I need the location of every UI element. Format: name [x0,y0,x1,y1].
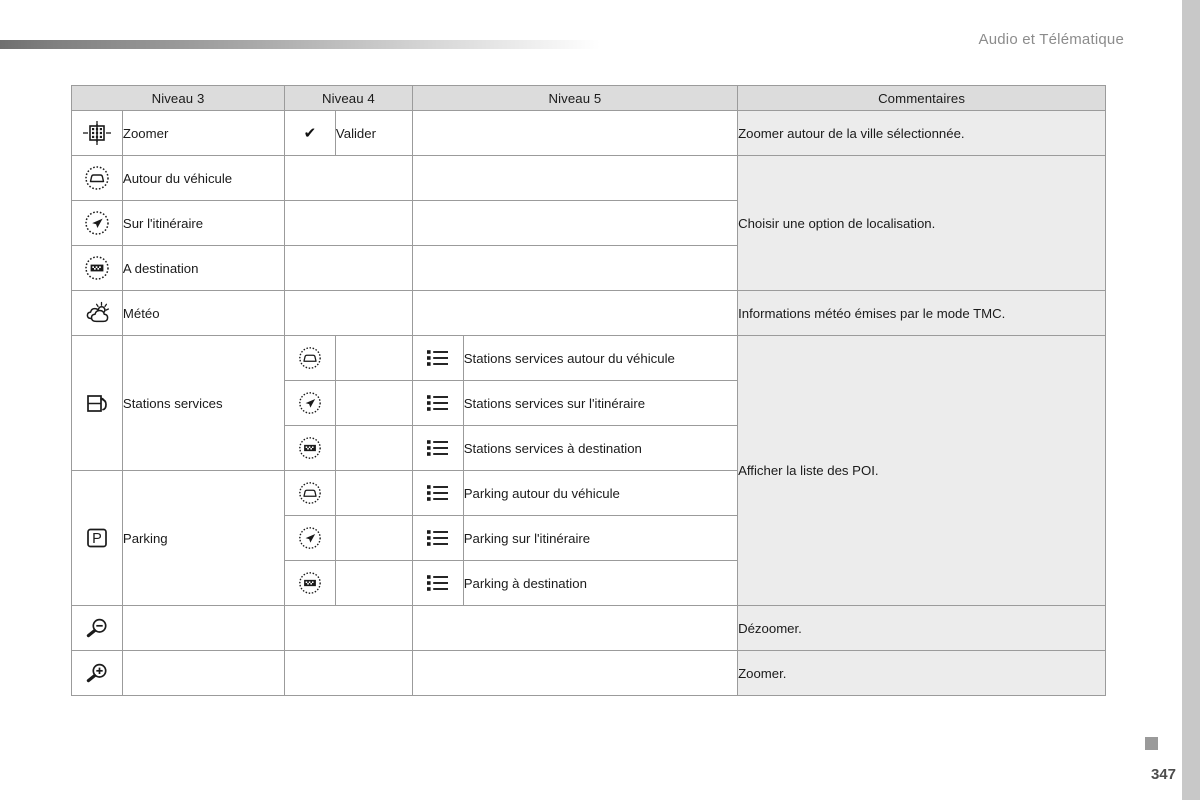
row-n4-label: Valider [334,110,413,156]
document-page: Audio et Télématique Niveau 3 Niveau 4 N… [0,0,1200,800]
parking-icon: P [71,470,123,606]
header-gradient-rule [0,40,600,49]
row-n4-empty [284,245,413,291]
row-comment: Zoomer. [737,650,1106,696]
route-arrow-icon [284,380,336,426]
page-edge-strip [1182,0,1200,800]
row-n4-empty [284,650,413,696]
list-icon [411,335,464,381]
row-n5-label: Stations services autour du véhicule [462,335,739,381]
destination-flag-icon [284,560,336,606]
row-n5-label: Stations services à destination [462,425,739,471]
row-n5-empty [411,110,739,156]
footer-square-marker [1145,737,1158,750]
route-arrow-icon [71,200,123,246]
row-n5-empty [411,155,739,201]
row-label: Autour du véhicule [121,155,286,201]
row-n5-label: Parking autour du véhicule [462,470,739,516]
row-n5-label: Parking à destination [462,560,739,606]
list-icon [411,560,464,606]
zoom-out-icon [71,605,123,651]
row-n4-empty [334,425,413,471]
row-label: Sur l'itinéraire [121,200,286,246]
vehicle-around-icon [284,470,336,516]
table-row: Autour du véhicule Choisir une option de… [71,155,1106,291]
row-n5-empty [411,245,739,291]
row-n4-empty [284,155,413,201]
table-row: Dézoomer. [71,605,1106,651]
row-comment: Afficher la liste des POI. [737,335,1106,606]
table-row: Stations services Stations services auto… [71,335,1106,606]
row-label: Météo [121,290,286,336]
weather-icon [71,290,123,336]
list-icon [411,515,464,561]
row-n5-empty [411,650,739,696]
row-label-empty [121,605,286,651]
row-n4-empty [334,515,413,561]
row-label: Stations services [121,335,286,471]
page-header-title: Audio et Télématique [978,31,1124,48]
zoom-city-icon [71,110,123,156]
vehicle-around-icon [71,155,123,201]
page-number: 347 [1150,766,1176,783]
column-header-niveau-3: Niveau 3 [70,85,286,111]
row-n5-empty [411,605,739,651]
row-n4-empty [334,560,413,606]
svg-text:P: P [92,531,102,547]
row-n5-label: Parking sur l'itinéraire [462,515,739,561]
row-n5-label: Stations services sur l'itinéraire [462,380,739,426]
row-n4-empty [284,605,413,651]
row-label: A destination [121,245,286,291]
row-n4-empty [334,335,413,381]
destination-flag-icon [71,245,123,291]
table-row: Zoomer ✔ Valider Zoomer autour de la vil… [71,110,1106,156]
row-n4-empty [334,470,413,516]
table-row: Zoomer. [71,650,1106,696]
column-header-commentaires: Commentaires [737,85,1106,111]
row-n5-empty [411,200,739,246]
table-header-row: Niveau 3 Niveau 4 Niveau 5 Commentaires [70,85,1106,111]
check-icon: ✔ [284,110,336,156]
row-comment: Dézoomer. [737,605,1106,651]
column-header-niveau-4: Niveau 4 [284,85,413,111]
row-n4-empty [284,290,413,336]
functions-table: Niveau 3 Niveau 4 Niveau 5 Commentaires [70,85,1106,696]
route-arrow-icon [284,515,336,561]
row-label: Parking [121,470,286,606]
row-label-empty [121,650,286,696]
row-n5-empty [411,290,739,336]
row-comment: Informations météo émises par le mode TM… [737,290,1106,336]
zoom-in-icon [71,650,123,696]
fuel-pump-icon [71,335,123,471]
row-n4-empty [284,200,413,246]
row-comment: Zoomer autour de la ville sélectionnée. [737,110,1106,156]
destination-flag-icon [284,425,336,471]
list-icon [411,380,464,426]
vehicle-around-icon [284,335,336,381]
list-icon [411,425,464,471]
row-n4-empty [334,380,413,426]
row-comment: Choisir une option de localisation. [737,155,1106,291]
column-header-niveau-5: Niveau 5 [411,85,739,111]
list-icon [411,470,464,516]
table-row: Météo Informations météo émises par le m… [71,290,1106,336]
row-label: Zoomer [121,110,286,156]
